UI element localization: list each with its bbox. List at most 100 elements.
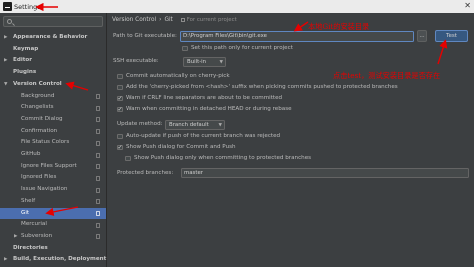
sidebar-item-background[interactable]: Background xyxy=(0,91,106,103)
settings-search[interactable] xyxy=(3,16,103,27)
sidebar-item-mercurial[interactable]: Mercurial xyxy=(0,219,106,231)
breadcrumb-git: Git xyxy=(164,17,173,23)
project-scope-icon xyxy=(96,199,100,205)
sidebar-item-git[interactable]: Git xyxy=(0,207,106,220)
chevron-right-icon[interactable]: ▶ xyxy=(14,231,17,243)
sidebar-item-build-execution-deployment[interactable]: ▶ Build, Execution, Deployment xyxy=(0,254,106,266)
sidebar-item-label: Directories xyxy=(13,244,48,251)
sidebar-item-label: Ignore Files Support xyxy=(21,162,77,169)
sidebar-item-label: Ignored Files xyxy=(21,174,57,181)
title-bar: Settings ✕ xyxy=(0,0,474,13)
search-input[interactable] xyxy=(16,17,100,26)
sidebar-item-subversion[interactable]: ▶ Subversion xyxy=(0,231,106,243)
sidebar-item-editor[interactable]: ▶ Editor xyxy=(0,55,106,67)
project-scope-icon xyxy=(96,129,100,135)
project-scope-icon xyxy=(96,222,100,228)
sidebar-item-label: Git xyxy=(21,209,30,216)
ssh-label: SSH executable: xyxy=(113,58,159,64)
sidebar-item-label: Mercurial xyxy=(21,221,47,228)
sidebar-item-label: Keymap xyxy=(13,45,39,52)
project-scope-icon xyxy=(96,117,100,123)
sidebar-item-ignored-files[interactable]: Ignored Files xyxy=(0,172,106,184)
app-icon xyxy=(3,2,12,11)
close-icon[interactable]: ✕ xyxy=(464,1,471,10)
option-label: Commit automatically on cherry-pick xyxy=(126,73,230,79)
breadcrumb-separator: › xyxy=(159,17,162,23)
project-scope-icon xyxy=(96,152,100,158)
sidebar-item-label: Version Control xyxy=(13,80,62,87)
sidebar-item-label: Plugins xyxy=(13,69,37,76)
project-icon xyxy=(180,17,185,22)
search-icon xyxy=(7,19,12,24)
option-label: Warn when committing in detached HEAD or… xyxy=(126,106,292,112)
git-settings-panel: Version Control › Git For current project … xyxy=(108,13,474,267)
project-scope-icon xyxy=(96,164,100,170)
sidebar-item-label: Editor xyxy=(13,57,33,64)
chevron-down-icon: ▼ xyxy=(219,59,223,65)
sidebar-item-label: Changelists xyxy=(21,104,54,111)
sidebar-item-keymap[interactable]: Keymap xyxy=(0,44,106,56)
annotation-local-git: 本地Git的安装目录 xyxy=(308,22,370,31)
sidebar-item-label: Issue Navigation xyxy=(21,186,68,193)
option-label: Add the 'cherry-picked from <hash>' suff… xyxy=(126,84,398,90)
annotation-click-test: 点击test，测试安装目录是否存在 xyxy=(333,71,441,80)
update-method-select[interactable]: Branch default ▼ xyxy=(165,119,225,130)
chevron-right-icon[interactable]: ▶ xyxy=(4,254,7,266)
sidebar-item-ignore-files-support[interactable]: Ignore Files Support xyxy=(0,161,106,173)
sidebar-item-plugins[interactable]: Plugins xyxy=(0,67,106,79)
sidebar-item-label: GitHub xyxy=(21,151,41,157)
sidebar-item-label: File Status Colors xyxy=(21,139,70,146)
chevron-right-icon[interactable]: ▶ xyxy=(4,55,7,67)
option-checkbox-box[interactable] xyxy=(117,73,123,79)
sidebar-item-label: Appearance & Behavior xyxy=(13,34,88,40)
project-scope-icon xyxy=(96,211,100,216)
git-path-input[interactable]: D:\Program Files\Git\bin\git.exe xyxy=(180,31,414,42)
sidebar-item-label: Confirmation xyxy=(21,127,58,134)
settings-sidebar: ▶ Appearance & Behavior Keymap ▶ Editor Plugi… xyxy=(0,13,107,267)
option-checkbox-box[interactable] xyxy=(117,84,123,90)
breadcrumb-version-control[interactable]: Version Control xyxy=(112,17,156,23)
sidebar-item-shelf[interactable]: Shelf xyxy=(0,196,106,208)
show-push-checkbox-box[interactable] xyxy=(117,143,123,151)
set-path-label: Set this path only for current project xyxy=(191,45,293,51)
auto-update-checkbox-box[interactable] xyxy=(117,133,123,139)
set-path-checkbox-box[interactable] xyxy=(182,45,188,51)
sidebar-item-label: Shelf xyxy=(21,197,36,204)
sidebar-item-label: Subversion xyxy=(21,232,53,239)
sidebar-item-label: Background xyxy=(21,92,55,99)
chevron-right-icon[interactable]: ▶ xyxy=(4,32,7,44)
ssh-select-value: Built-in xyxy=(187,58,207,65)
sidebar-item-confirmation[interactable]: Confirmation xyxy=(0,126,106,138)
sidebar-item-label: Commit Dialog xyxy=(21,115,63,122)
update-method-label: Update method: xyxy=(117,121,163,127)
show-push-protected-checkbox-box[interactable] xyxy=(125,155,131,161)
project-scope-icon xyxy=(96,105,100,111)
test-button[interactable]: Test xyxy=(435,30,468,42)
project-scope-icon xyxy=(96,94,100,99)
chevron-down-icon[interactable]: ▼ xyxy=(4,79,7,91)
update-method-value: Branch default xyxy=(169,121,209,128)
sidebar-item-commit-dialog[interactable]: Commit Dialog xyxy=(0,114,106,126)
project-scope-icon xyxy=(96,140,100,146)
sidebar-item-version-control[interactable]: ▼ Version Control xyxy=(0,79,106,91)
protected-branches-input[interactable]: master xyxy=(181,168,469,178)
chevron-down-icon: ▼ xyxy=(218,122,222,128)
sidebar-item-issue-navigation[interactable]: Issue Navigation xyxy=(0,184,106,196)
window-title: Settings xyxy=(14,2,41,11)
show-push-protected-label: Show Push dialog only when committing to… xyxy=(134,155,312,161)
project-scope-icon xyxy=(96,234,100,240)
project-scope: For current project xyxy=(180,17,237,23)
sidebar-item-file-status-colors[interactable]: File Status Colors xyxy=(0,137,106,149)
option-checkbox-box[interactable] xyxy=(117,94,123,102)
sidebar-item-changelists[interactable]: Changelists xyxy=(0,102,106,114)
project-scope-label: For current project xyxy=(186,17,237,23)
ssh-select[interactable]: Built-in ▼ xyxy=(183,56,226,67)
path-label: Path to Git executable: xyxy=(113,33,177,39)
browse-button[interactable]: ... xyxy=(417,30,427,42)
sidebar-item-appearance-behavior[interactable]: ▶ Appearance & Behavior xyxy=(0,32,106,44)
protected-branches-label: Protected branches: xyxy=(117,170,174,176)
option-checkbox-box[interactable] xyxy=(117,105,123,113)
sidebar-item-directories[interactable]: Directories xyxy=(0,243,106,255)
project-scope-icon xyxy=(96,187,100,193)
sidebar-item-github[interactable]: GitHub xyxy=(0,149,106,161)
